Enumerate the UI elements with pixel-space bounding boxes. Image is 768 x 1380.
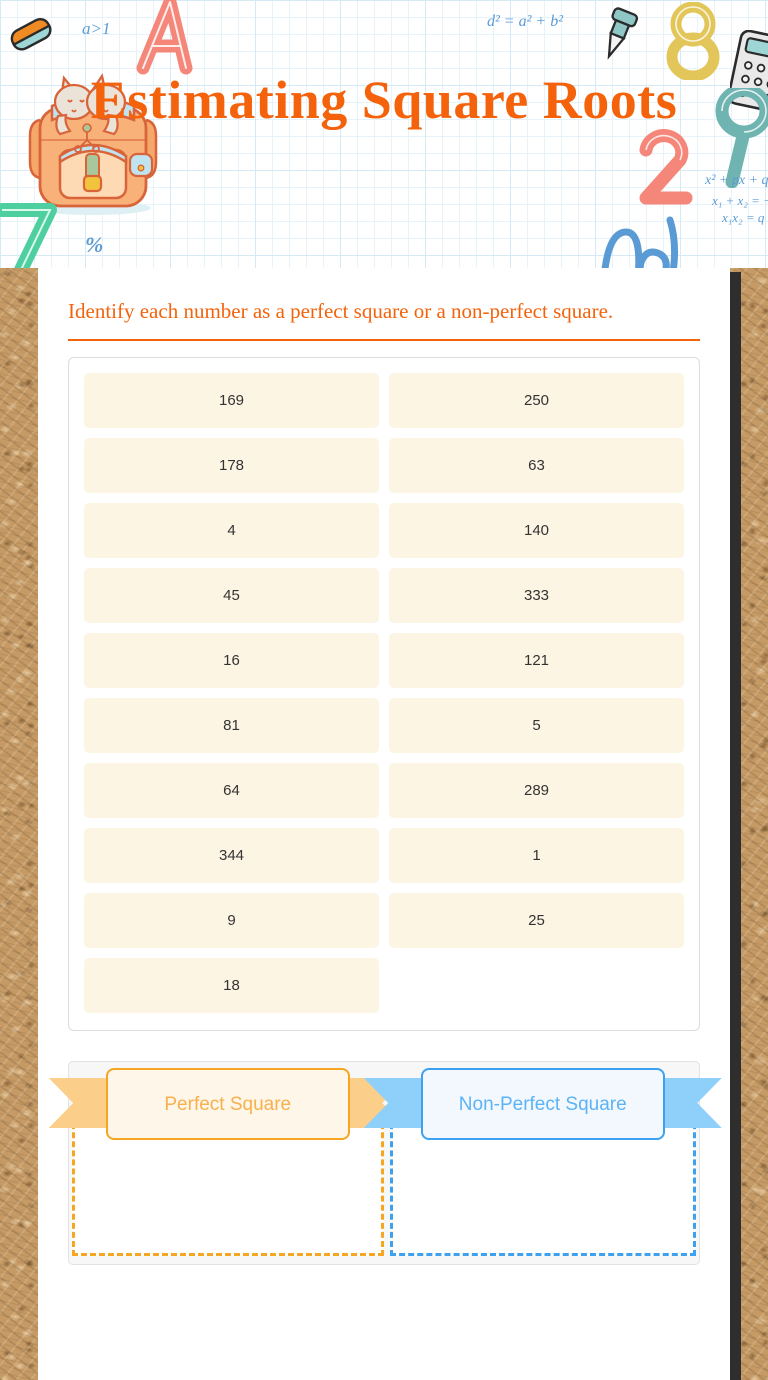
number-tiles-grid: 169 250 178 63 4 140 45 333 16 121 81 5 … <box>84 373 684 1013</box>
page-title: Estimating Square Roots <box>90 70 678 130</box>
number-tile[interactable]: 4 <box>84 503 379 558</box>
dropzone-non-perfect-square[interactable]: Non-Perfect Square <box>363 1062 722 1264</box>
digit-7-doodle-icon <box>0 196 68 268</box>
number-tile[interactable]: 333 <box>389 568 684 623</box>
doodle-inequality: a>1 <box>82 19 111 38</box>
number-tile[interactable]: 289 <box>389 763 684 818</box>
number-tile[interactable]: 5 <box>389 698 684 753</box>
number-tile[interactable]: 64 <box>84 763 379 818</box>
number-tile[interactable]: 81 <box>84 698 379 753</box>
scrollbar-thumb[interactable] <box>730 272 741 1380</box>
number-tile[interactable]: 140 <box>389 503 684 558</box>
number-tile[interactable]: 18 <box>84 958 379 1013</box>
instruction-text: Identify each number as a perfect square… <box>68 299 614 323</box>
worksheet-header-banner: a>1 % d² = a² + b² x² + px + q x₁ + x₂ =… <box>0 0 768 268</box>
doodle-percent: % <box>85 232 104 257</box>
worksheet-content: Identify each number as a perfect square… <box>38 268 730 1265</box>
number-tile[interactable]: 45 <box>84 568 379 623</box>
dropzone-card: Perfect Square Non-Perfect Square <box>48 1061 722 1265</box>
digit-2-doodle-icon <box>632 124 698 210</box>
curve-doodle-icon <box>598 212 708 268</box>
number-tile[interactable]: 25 <box>389 893 684 948</box>
dropzone-non-perfect-square-label: Non-Perfect Square <box>420 1068 665 1140</box>
instruction-divider <box>68 339 700 341</box>
number-tile[interactable]: 169 <box>84 373 379 428</box>
doodle-pythagorean-formula: d² = a² + b² <box>487 13 563 30</box>
number-tiles-card: 169 250 178 63 4 140 45 333 16 121 81 5 … <box>68 357 700 1031</box>
dropzone-perfect-square[interactable]: Perfect Square <box>48 1062 407 1264</box>
number-tile[interactable]: 63 <box>389 438 684 493</box>
number-tile[interactable]: 250 <box>389 373 684 428</box>
worksheet-sheet: Identify each number as a perfect square… <box>38 268 730 1380</box>
number-tile[interactable]: 121 <box>389 633 684 688</box>
number-tile[interactable]: 16 <box>84 633 379 688</box>
number-tile[interactable]: 9 <box>84 893 379 948</box>
dropzone-perfect-square-label: Perfect Square <box>105 1068 350 1140</box>
pushpin-icon <box>594 6 642 62</box>
dropzone-perfect-square-ribbon: Perfect Square <box>48 1068 407 1140</box>
number-tile[interactable]: 1 <box>389 828 684 883</box>
number-tile[interactable]: 344 <box>84 828 379 883</box>
doodle-quadratic-line3: x₁x₂ = q <box>722 210 765 225</box>
number-tile[interactable]: 178 <box>84 438 379 493</box>
dropzone-non-perfect-square-ribbon: Non-Perfect Square <box>363 1068 722 1140</box>
